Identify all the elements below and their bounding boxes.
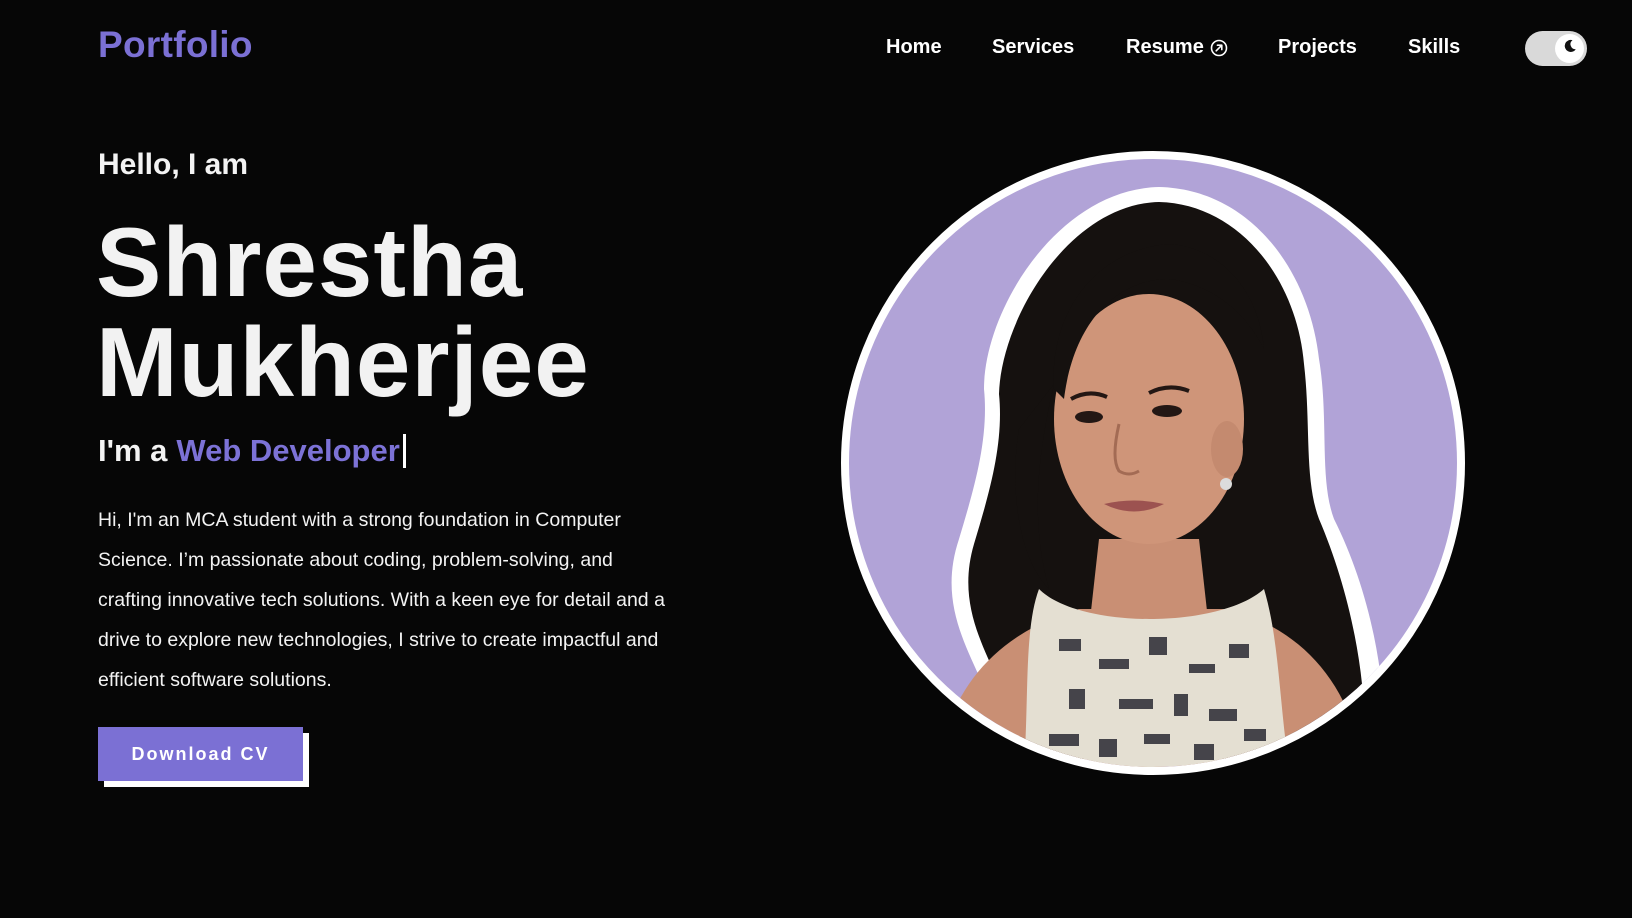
- logo[interactable]: Portfolio: [98, 24, 253, 66]
- download-cv-button[interactable]: Download CV: [98, 727, 303, 781]
- nav-home-label: Home: [886, 36, 942, 58]
- nav-services-label: Services: [992, 36, 1075, 58]
- nav-projects-label: Projects: [1278, 36, 1357, 58]
- nav-resume-label: Resume: [1126, 36, 1204, 58]
- name-last: Mukherjee: [96, 307, 590, 417]
- nav-skills[interactable]: Skills: [1408, 36, 1460, 59]
- name-first: Shrestha: [96, 207, 524, 317]
- profile-photo: [841, 151, 1465, 775]
- hero-name: Shrestha Mukherjee: [96, 212, 796, 412]
- nav-home[interactable]: Home: [886, 36, 942, 59]
- arrow-up-right-circle-icon: [1210, 39, 1228, 57]
- nav-services[interactable]: Services: [992, 36, 1074, 59]
- bio-text: Hi, I'm an MCA student with a strong fou…: [98, 509, 665, 691]
- download-cv-wrapper: Download CV: [98, 727, 309, 787]
- nav-projects[interactable]: Projects: [1278, 36, 1357, 59]
- typing-caret: [402, 434, 406, 468]
- profile-illustration: [939, 187, 1385, 767]
- toggle-knob: [1555, 34, 1584, 63]
- nav-skills-label: Skills: [1408, 36, 1461, 58]
- portfolio-page: Portfolio Home Services Resume Projects …: [0, 0, 1632, 918]
- moon-icon: [1562, 38, 1578, 59]
- greeting: Hello, I am: [98, 148, 249, 181]
- role-line: I'm a Web Developer: [98, 433, 406, 469]
- theme-toggle[interactable]: [1525, 31, 1587, 66]
- nav-resume[interactable]: Resume: [1126, 36, 1228, 59]
- role-prefix: I'm a: [98, 433, 168, 468]
- role-highlight: Web Developer: [176, 433, 400, 468]
